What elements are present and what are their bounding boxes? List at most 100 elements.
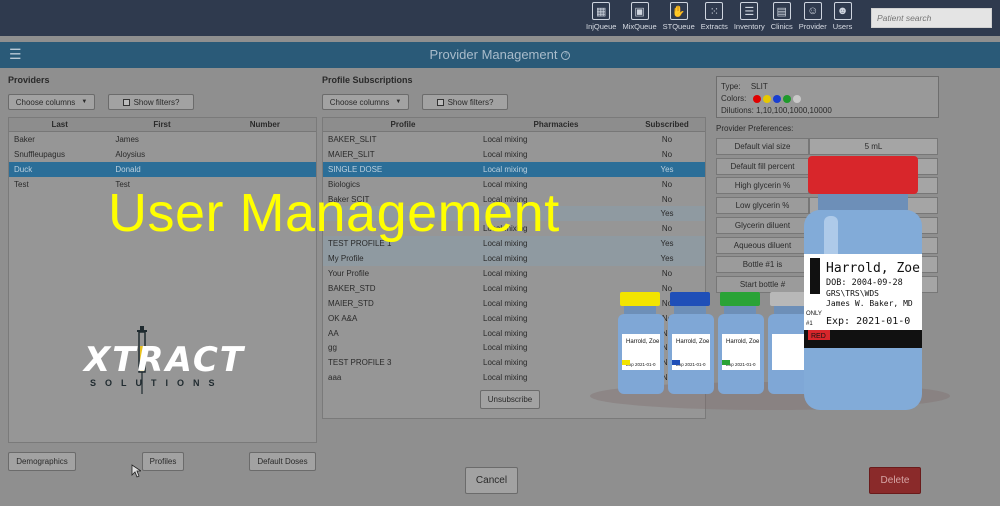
table-cell: SINGLE DOSE <box>328 164 383 174</box>
choose-columns-label: Choose columns <box>329 97 390 107</box>
color-dot <box>772 94 781 103</box>
logo-wordmark: XTRACT <box>84 340 245 380</box>
vial-color-tag: RED <box>811 333 826 340</box>
subscriptions-show-filters-toggle[interactable]: Show filters? <box>422 94 508 110</box>
clinics-icon: ▤ <box>772 2 791 20</box>
table-cell: Snuffleupagus <box>14 150 66 159</box>
color-dot <box>792 94 801 103</box>
vials-illustration: Harrold, Zoe Exp 2021-01-0 Harrold, Zoe … <box>590 156 950 410</box>
table-row[interactable]: Snuffleupagus Aloysius <box>9 147 316 162</box>
small-label-exp: Exp 2021-01-0 <box>726 362 756 367</box>
table-cell: BAKER_SLIT <box>328 134 377 144</box>
table-cell: Test <box>14 180 29 189</box>
demographics-button[interactable]: Demographics <box>8 452 76 471</box>
table-row[interactable]: Duck Donald <box>9 162 316 177</box>
show-filters-label: Show filters? <box>447 97 494 107</box>
choose-columns-label: Choose columns <box>15 97 76 107</box>
colors-label: Colors: <box>721 94 747 103</box>
default-doses-button[interactable]: Default Doses <box>249 452 316 471</box>
nav-item-label: Inventory <box>733 22 765 31</box>
column-header[interactable]: Last <box>9 120 110 129</box>
column-header[interactable]: First <box>110 120 213 129</box>
table-cell: James <box>115 135 139 144</box>
nav-item-mixqueue[interactable]: ▣ MixQueue <box>622 2 657 31</box>
table-cell: OK A&A <box>328 313 358 323</box>
nav-items: ▦ InjQueue ▣ MixQueue ✋ STQueue ⁙ Extracts ☰ Inve… <box>586 2 858 31</box>
provider-preferences-title: Provider Preferences: <box>716 124 794 133</box>
color-dot <box>752 94 761 103</box>
profile-colors: Colors: <box>721 93 934 105</box>
table-cell: Local mixing <box>483 134 528 144</box>
nav-item-injqueue[interactable]: ▦ InjQueue <box>586 2 616 31</box>
mouse-cursor-icon <box>131 464 141 478</box>
nav-item-clinics[interactable]: ▤ Clinics <box>771 2 793 31</box>
nav-item-label: Provider <box>798 22 827 31</box>
table-cell: Donald <box>115 165 141 174</box>
nav-item-extracts[interactable]: ⁙ Extracts <box>701 2 728 31</box>
overlay-headline: User Management <box>108 183 560 243</box>
column-header[interactable]: Number <box>214 120 316 129</box>
table-row[interactable]: Baker James <box>9 132 316 147</box>
provider-icon: ☺ <box>803 2 822 20</box>
nav-item-label: InjQueue <box>586 22 617 31</box>
unsubscribe-button[interactable]: Unsubscribe <box>480 390 540 409</box>
table-cell: Aloysius <box>115 150 146 159</box>
table-cell: Baker <box>14 135 35 144</box>
profile-info-box: Type: SLIT Colors: Dilutions: 1,10,100,1… <box>716 76 939 118</box>
nav-item-provider[interactable]: ☺ Provider <box>799 2 827 31</box>
type-label: Type: <box>721 82 741 91</box>
column-header[interactable]: Subscribed <box>629 120 705 129</box>
small-label-name: Harrold, Zoe <box>676 339 710 345</box>
small-label-name: Harrold, Zoe <box>726 339 760 345</box>
page-title: Provider Management? <box>0 47 1000 62</box>
small-label-name: Harrold, Zoe <box>626 339 660 345</box>
vial-expiration: Exp: 2021-01-0 <box>826 316 910 327</box>
top-navigation-bar: ▦ InjQueue ▣ MixQueue ✋ STQueue ⁙ Extracts ☰ Inve… <box>0 0 1000 36</box>
providers-title: Providers <box>8 75 50 85</box>
nav-item-label: Users <box>832 22 853 31</box>
nav-item-inventory[interactable]: ☰ Inventory <box>734 2 765 31</box>
dilutions-value: 1,10,100,1000,10000 <box>756 106 832 115</box>
table-cell: My Profile <box>328 254 364 264</box>
checkbox-icon <box>436 98 444 106</box>
table-cell: Duck <box>14 165 33 174</box>
nav-item-users[interactable]: ☻ Users <box>832 2 853 31</box>
delete-button[interactable]: Delete <box>869 467 921 494</box>
color-dots <box>752 94 803 103</box>
providers-choose-columns-dropdown[interactable]: Choose columns ▼ <box>8 94 95 110</box>
nav-item-label: Extracts <box>700 22 728 31</box>
page-title-text: Provider Management <box>429 47 558 62</box>
column-header[interactable]: Profile <box>323 120 483 129</box>
vial-patient-name: Harrold, Zoe <box>826 261 920 276</box>
table-cell: Your Profile <box>328 268 370 278</box>
table-cell: gg <box>328 343 337 353</box>
nav-item-stqueue[interactable]: ✋ STQueue <box>663 2 695 31</box>
cancel-button[interactable]: Cancel <box>465 467 518 494</box>
subscriptions-title: Profile Subscriptions <box>322 75 413 85</box>
table-cell: aaa <box>328 373 342 383</box>
column-header[interactable]: Pharmacies <box>483 120 629 129</box>
profiles-button[interactable]: Profiles <box>142 452 184 471</box>
vial-provider: James W. Baker, MD <box>826 299 913 308</box>
users-icon: ☻ <box>833 2 852 20</box>
table-cell: No <box>661 134 673 144</box>
profile-type: Type: SLIT <box>721 81 934 93</box>
nav-item-label: STQueue <box>662 22 695 31</box>
hand-icon: ✋ <box>669 2 688 20</box>
help-icon[interactable]: ? <box>561 51 571 61</box>
inventory-icon: ☰ <box>740 2 759 20</box>
subscriptions-table-header: Profile Pharmacies Subscribed <box>323 118 705 132</box>
small-vial-blue: Harrold, Zoe Exp 2021-01-0 <box>668 292 714 394</box>
small-vial-yellow: Harrold, Zoe Exp 2021-01-0 <box>618 292 664 394</box>
nav-item-label: Clinics <box>770 22 793 31</box>
providers-show-filters-toggle[interactable]: Show filters? <box>108 94 194 110</box>
xtract-solutions-logo: XTRACT SOLUTIONS <box>84 326 274 406</box>
small-label-exp: Exp 2021-01-0 <box>626 362 656 367</box>
small-label-exp: Exp 2021-01-0 <box>676 362 706 367</box>
table-cell: BAKER_STD <box>328 283 376 293</box>
table-row[interactable]: BAKER_SLIT Local mixing No <box>323 132 705 147</box>
subscriptions-choose-columns-dropdown[interactable]: Choose columns ▼ <box>322 94 409 110</box>
patient-search-input[interactable] <box>871 8 992 28</box>
checkbox-icon <box>122 98 130 106</box>
vial-side-text: ONLY <box>806 311 822 317</box>
